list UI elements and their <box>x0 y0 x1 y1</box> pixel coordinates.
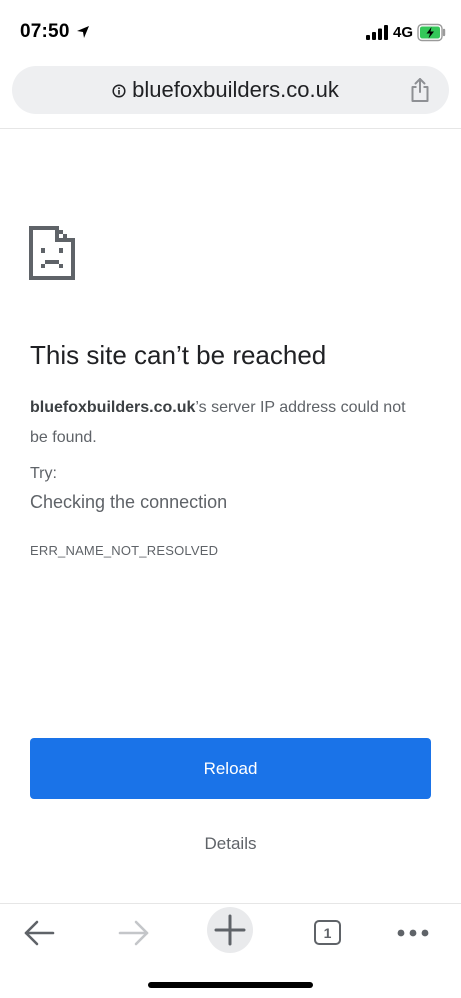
new-tab-plus-icon <box>214 914 246 946</box>
status-time: 07:50 <box>20 21 70 42</box>
tab-switcher-icon: 1 <box>314 920 341 945</box>
error-domain: bluefoxbuilders.co.uk <box>30 399 196 416</box>
address-bar[interactable]: bluefoxbuilders.co.uk <box>12 66 449 114</box>
try-label: Try: <box>30 465 57 482</box>
share-icon[interactable] <box>409 77 431 103</box>
error-code: ERR_NAME_NOT_RESOLVED <box>30 543 219 558</box>
location-arrow-icon <box>77 26 89 38</box>
battery-charging-icon <box>417 23 446 42</box>
browser-page: 07:50 4G bluefoxbuilders.co.uk This site… <box>0 0 461 998</box>
back-arrow-icon[interactable] <box>15 908 65 958</box>
home-indicator[interactable] <box>148 982 313 988</box>
suggestion-item: Checking the connection <box>30 492 228 512</box>
toolbar-divider <box>0 128 461 129</box>
url-display[interactable]: bluefoxbuilders.co.uk <box>12 66 393 114</box>
new-tab-button[interactable] <box>207 907 253 953</box>
more-menu-icon[interactable] <box>388 908 438 958</box>
reload-button[interactable]: Reload <box>30 738 431 799</box>
tab-switcher-button[interactable]: 1 <box>305 908 355 958</box>
network-type: 4G <box>393 24 414 41</box>
error-title: This site can’t be reached <box>30 340 327 370</box>
cellular-signal-icon <box>366 25 388 40</box>
info-icon[interactable] <box>112 84 126 98</box>
status-bar: 07:50 4G <box>0 0 461 62</box>
details-button[interactable]: Details <box>0 834 461 854</box>
forward-arrow-icon[interactable] <box>109 908 159 958</box>
error-description: bluefoxbuilders.co.uk’s server IP addres… <box>30 393 420 453</box>
url-text: bluefoxbuilders.co.uk <box>132 77 339 102</box>
sad-page-icon <box>29 226 75 280</box>
